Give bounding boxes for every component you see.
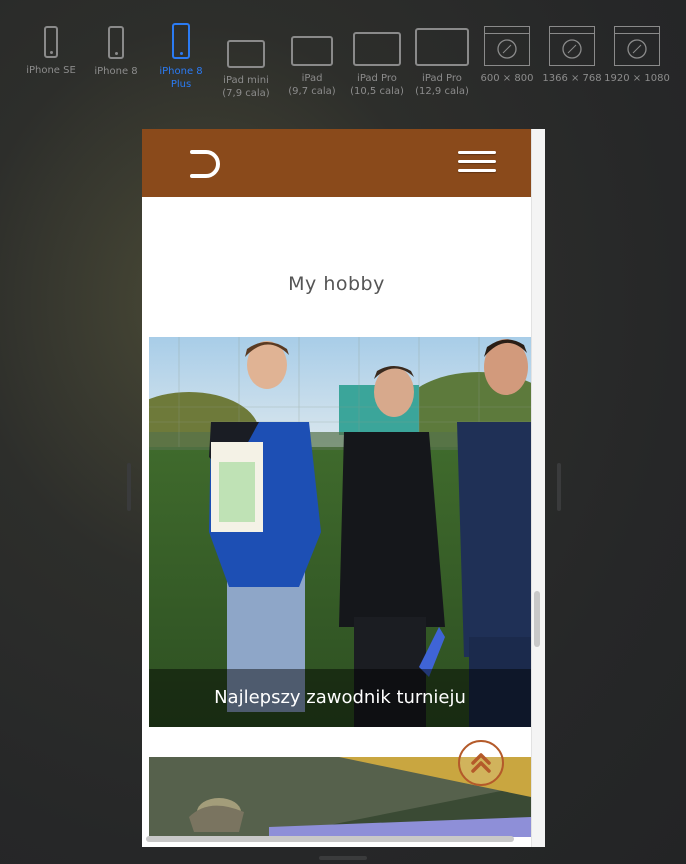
resize-handle-bottom[interactable] (319, 856, 367, 860)
device-viewport: My hobby Najlepszy zawodnik turnieju (142, 129, 545, 847)
device-ipad-pro-12-9[interactable]: iPad Pro (12,9 cala) (412, 26, 472, 98)
device-label: iPad (301, 73, 323, 84)
safari-compass-icon (614, 26, 660, 66)
site-header (142, 129, 531, 197)
chevron-up-icon (471, 753, 491, 773)
photo-caption: Najlepszy zawodnik turnieju (214, 687, 466, 708)
device-label: iPad Pro (357, 73, 397, 84)
device-1366x768[interactable]: 1366 × 768 (541, 26, 603, 85)
device-iphone-se[interactable]: iPhone SE (22, 26, 80, 77)
device-label: 1366 × 768 (542, 73, 602, 84)
device-600x800[interactable]: 600 × 800 (476, 26, 538, 85)
device-sublabel: (7,9 cala) (222, 88, 270, 99)
device-ipad[interactable]: iPad (9,7 cala) (284, 26, 340, 98)
tablet-icon (415, 28, 469, 66)
phone-icon (108, 26, 124, 59)
device-label: iPad mini (223, 75, 269, 86)
device-label: iPhone 8 (159, 66, 203, 77)
safari-compass-icon (549, 26, 595, 66)
tablet-icon (353, 32, 401, 66)
resize-handle-right[interactable] (557, 463, 561, 511)
device-1920x1080[interactable]: 1920 × 1080 (604, 26, 670, 85)
hobby-photo[interactable]: Najlepszy zawodnik turnieju (149, 337, 531, 727)
device-sublabel: Plus (170, 79, 192, 90)
resize-handle-left[interactable] (127, 463, 131, 511)
device-label: 600 × 800 (480, 73, 534, 84)
tablet-icon (291, 36, 333, 66)
horizontal-scrollbar-thumb[interactable] (146, 836, 514, 842)
vertical-scrollbar-track (531, 129, 545, 847)
device-label: iPad Pro (422, 73, 462, 84)
device-iphone-8-plus[interactable]: iPhone 8 Plus (154, 23, 208, 91)
safari-compass-icon (484, 26, 530, 66)
device-label: iPhone SE (26, 65, 76, 76)
section-title: My hobby (288, 273, 385, 295)
device-ipad-pro-10-5[interactable]: iPad Pro (10,5 cala) (348, 26, 406, 98)
hamburger-menu-icon[interactable] (458, 151, 496, 179)
device-sublabel: (9,7 cala) (288, 86, 336, 97)
device-sublabel: (12,9 cala) (415, 86, 469, 97)
tablet-icon (227, 40, 265, 68)
device-sublabel: (10,5 cala) (350, 86, 404, 97)
scroll-to-top-button[interactable] (458, 740, 504, 786)
vertical-scrollbar-thumb[interactable] (534, 591, 540, 647)
device-ipad-mini[interactable]: iPad mini (7,9 cala) (218, 26, 274, 100)
device-label: 1920 × 1080 (604, 73, 670, 84)
phone-icon (172, 23, 190, 59)
phone-icon (44, 26, 58, 58)
caption-overlay: Najlepszy zawodnik turnieju (149, 669, 531, 727)
device-label: iPhone 8 (94, 66, 138, 77)
site-logo-icon[interactable] (188, 146, 224, 182)
device-iphone-8[interactable]: iPhone 8 (88, 26, 144, 78)
device-toolbar: iPhone SE iPhone 8 iPhone 8 Plus iPad mi… (0, 0, 686, 110)
